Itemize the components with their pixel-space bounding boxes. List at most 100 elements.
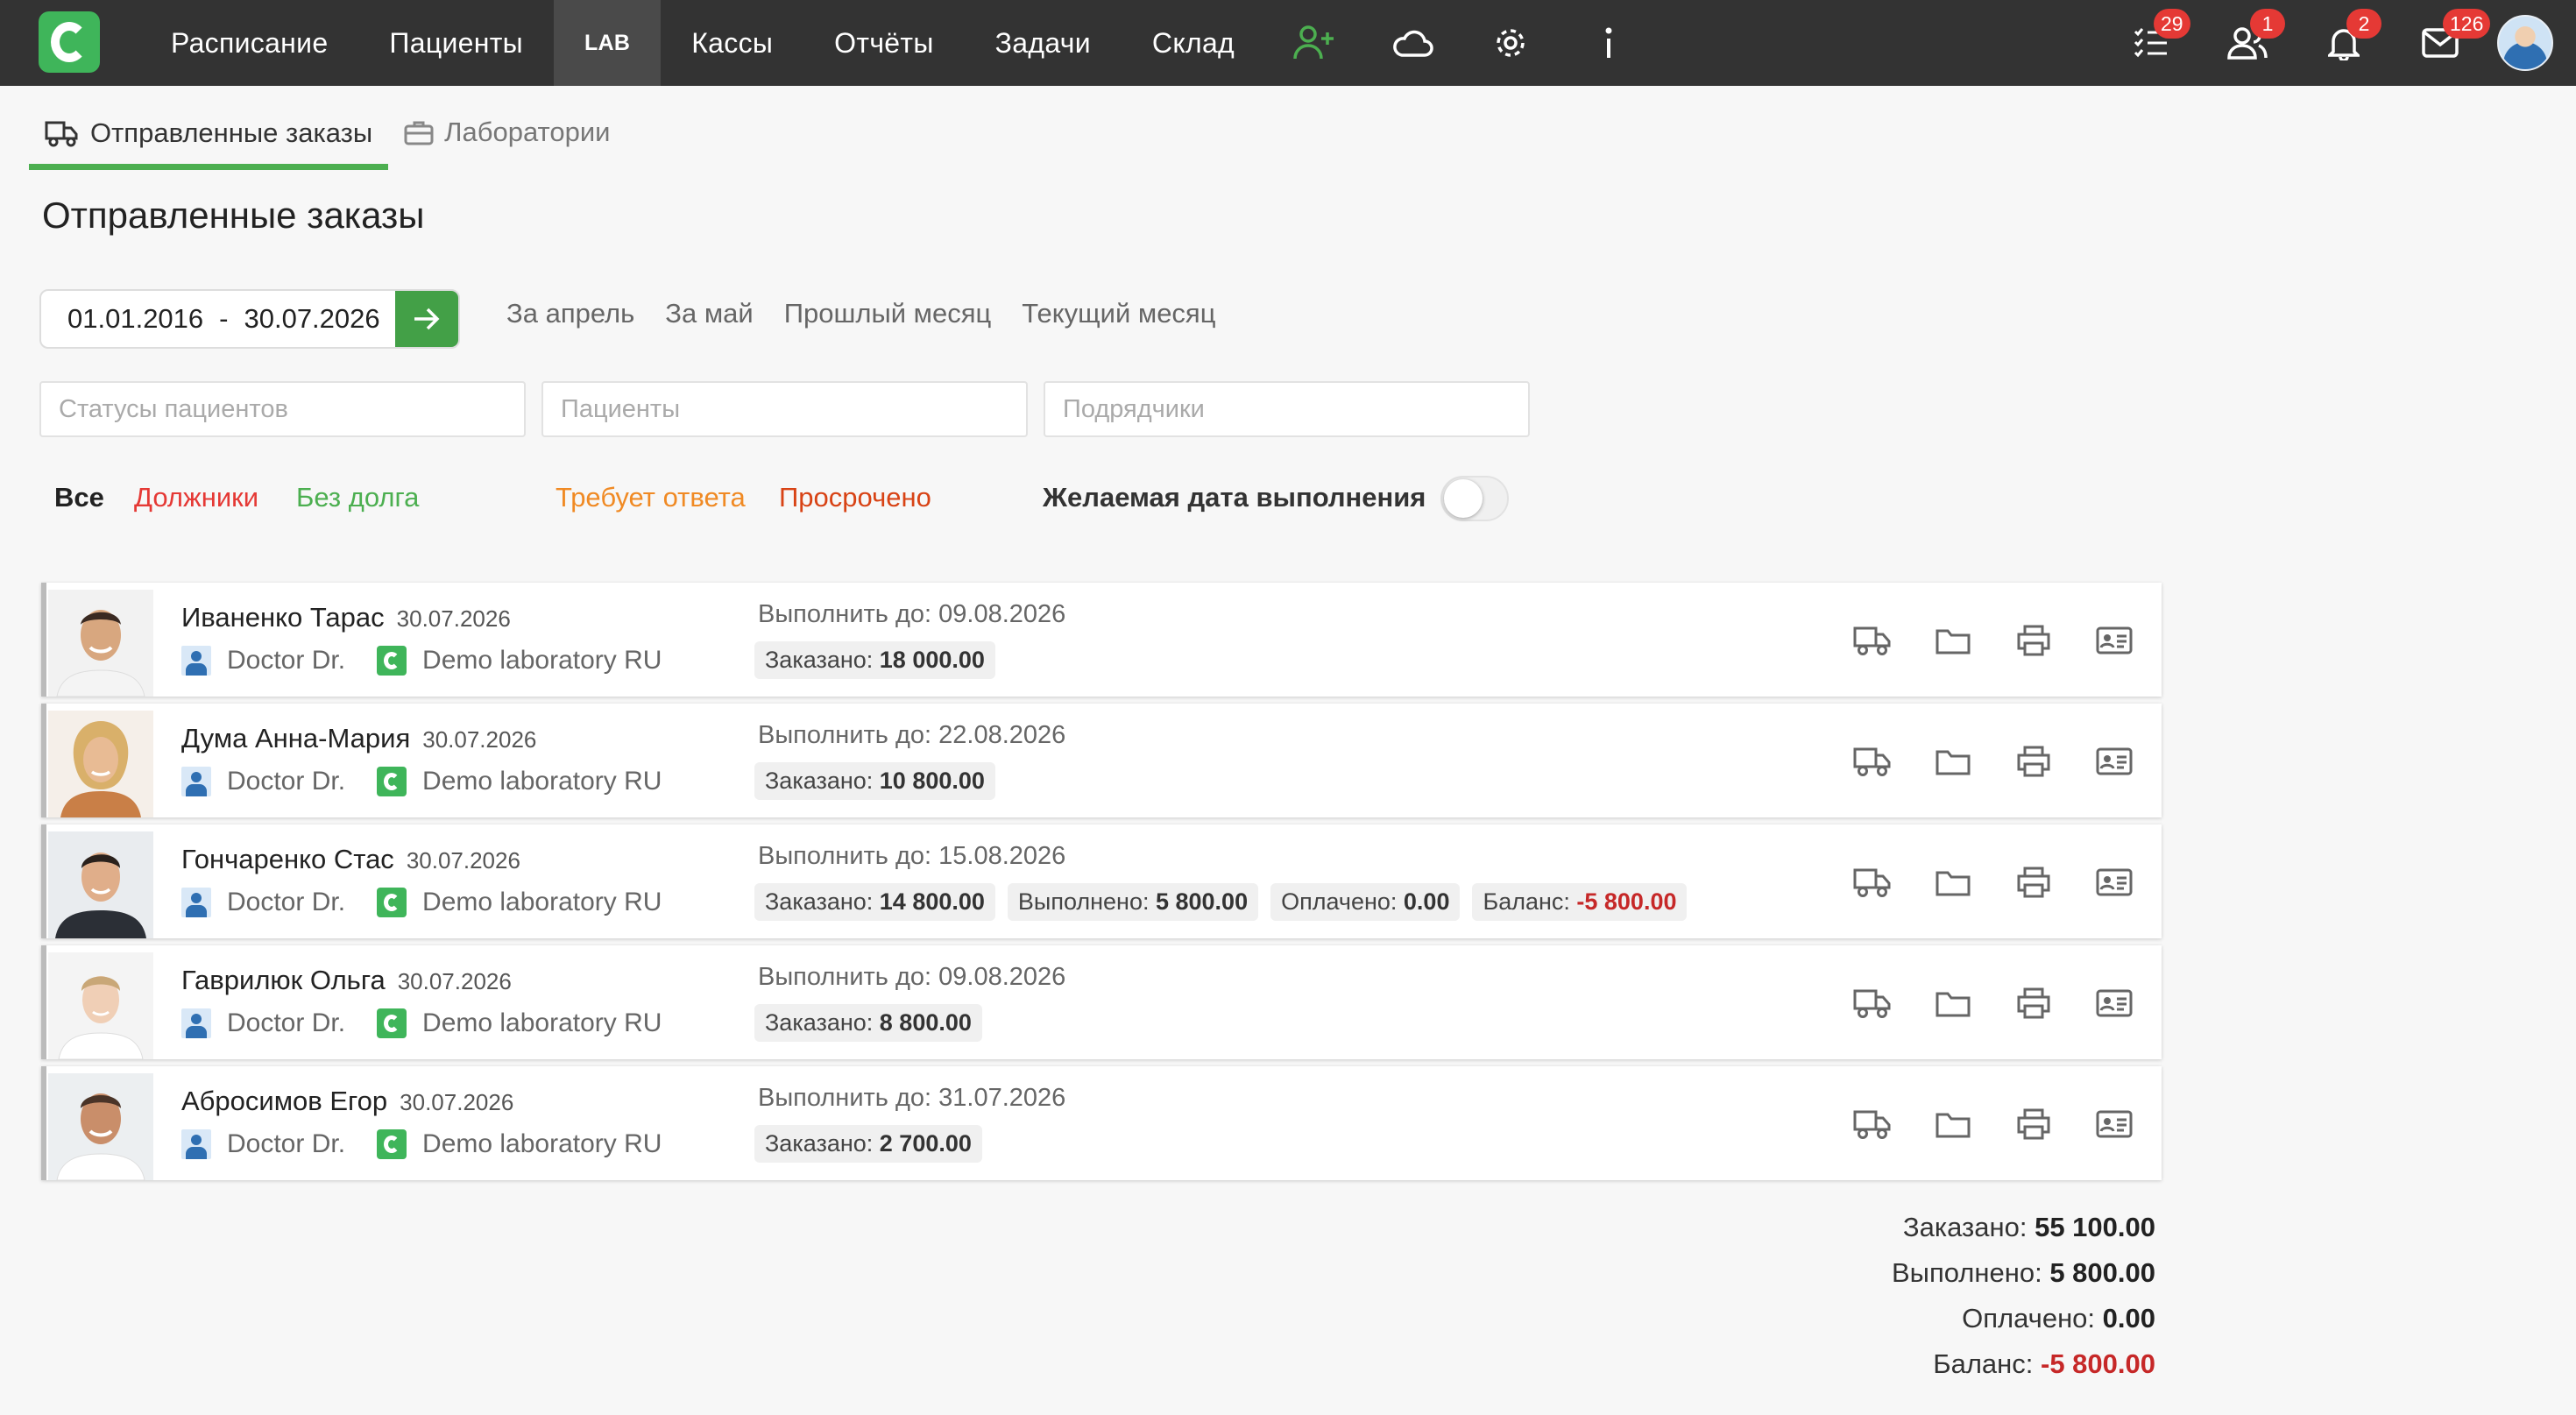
folder-icon[interactable] — [1930, 1103, 1976, 1145]
nav-right: 29 1 2 126 — [2103, 0, 2576, 86]
totals-summary: Заказано: 55 100.00 Выполнено: 5 800.00 … — [1892, 1205, 2155, 1387]
printer-icon[interactable] — [2011, 982, 2056, 1024]
lab-name: Demo laboratory RU — [422, 767, 662, 796]
order-amounts: Заказано: 18 000.00 — [754, 641, 995, 679]
order-row[interactable]: Гаврилюк Ольга 30.07.2026 Doctor Dr. Demo… — [41, 945, 2162, 1059]
due-date: Выполнить до: 09.08.2026 — [758, 600, 1066, 628]
filter-overdue[interactable]: Просрочено — [779, 482, 931, 513]
id-card-icon[interactable] — [2091, 982, 2137, 1024]
ordered-pill: Заказано: 14 800.00 — [754, 883, 995, 921]
total-balance: Баланс: -5 800.00 — [1933, 1348, 2155, 1379]
truck-icon[interactable] — [1850, 619, 1895, 662]
printer-icon[interactable] — [2011, 619, 2056, 662]
desired-date-toggle[interactable] — [1440, 476, 1509, 521]
order-row[interactable]: Дума Анна-Мария 30.07.2026 Doctor Dr. Dem… — [41, 704, 2162, 817]
patient-name-row: Абросимов Егор 30.07.2026 — [181, 1086, 513, 1117]
patient-name[interactable]: Гончаренко Стас — [181, 844, 394, 874]
row-actions — [1850, 861, 2137, 903]
patient-photo — [48, 831, 153, 938]
patient-name[interactable]: Дума Анна-Мария — [181, 723, 410, 753]
filter-no-debt[interactable]: Без долга — [296, 482, 419, 513]
date-separator: - — [219, 303, 229, 334]
filter-debtors[interactable]: Должники — [134, 482, 258, 513]
contractors-filter[interactable] — [1044, 381, 1530, 437]
nav-item-reports[interactable]: Отчёты — [803, 0, 964, 86]
cloud-icon[interactable] — [1363, 0, 1461, 86]
truck-icon[interactable] — [1850, 861, 1895, 903]
nav-item-lab[interactable]: LAB — [553, 0, 662, 86]
preset-may[interactable]: За май — [665, 298, 753, 329]
checklist-icon[interactable]: 29 — [2103, 0, 2199, 86]
printer-icon[interactable] — [2011, 740, 2056, 782]
lab-name: Demo laboratory RU — [422, 1008, 662, 1037]
preset-last-month[interactable]: Прошлый месяц — [784, 298, 992, 329]
truck-icon[interactable] — [1850, 982, 1895, 1024]
nav-item-tasks[interactable]: Задачи — [965, 0, 1122, 86]
tab-sent-orders[interactable]: Отправленные заказы — [29, 105, 389, 170]
patient-name-row: Иваненко Тарас 30.07.2026 — [181, 602, 511, 633]
row-actions — [1850, 1103, 2137, 1145]
total-done: Выполнено: 5 800.00 — [1891, 1257, 2155, 1288]
folder-icon[interactable] — [1930, 982, 1976, 1024]
doctor-lab-row: Doctor Dr. Demo laboratory RU — [181, 1129, 662, 1159]
mail-icon[interactable]: 126 — [2392, 0, 2491, 86]
date-range-field[interactable]: 01.01.2016 - 30.07.2026 — [41, 291, 395, 347]
tab-laboratories[interactable]: Лаборатории — [388, 105, 626, 159]
nav-item-cash[interactable]: Кассы — [661, 0, 803, 86]
gear-icon[interactable] — [1461, 0, 1560, 86]
date-range-picker[interactable]: 01.01.2016 - 30.07.2026 — [39, 289, 460, 349]
user-avatar[interactable] — [2497, 15, 2553, 71]
nav-item-schedule[interactable]: Расписание — [140, 0, 358, 86]
nav-item-warehouse[interactable]: Склад — [1122, 0, 1265, 86]
due-date: Выполнить до: 15.08.2026 — [758, 842, 1066, 870]
printer-icon[interactable] — [2011, 1103, 2056, 1145]
row-actions — [1850, 619, 2137, 662]
apply-date-button[interactable] — [395, 291, 458, 347]
filter-needs-reply[interactable]: Требует ответа — [556, 482, 746, 513]
folder-icon[interactable] — [1930, 619, 1976, 662]
doctor-name: Doctor Dr. — [227, 1008, 346, 1037]
patients-filter[interactable] — [541, 381, 1028, 437]
doctor-name: Doctor Dr. — [227, 646, 346, 675]
folder-icon[interactable] — [1930, 740, 1976, 782]
nav-item-patients[interactable]: Пациенты — [358, 0, 554, 86]
done-pill: Выполнено: 5 800.00 — [1007, 883, 1259, 921]
paid-pill: Оплачено: 0.00 — [1270, 883, 1461, 921]
order-row[interactable]: Абросимов Егор 30.07.2026 Doctor Dr. Demo… — [41, 1066, 2162, 1180]
patient-name[interactable]: Абросимов Егор — [181, 1086, 387, 1116]
folder-icon[interactable] — [1930, 861, 1976, 903]
order-row[interactable]: Иваненко Тарас 30.07.2026 Doctor Dr. Demo… — [41, 583, 2162, 697]
preset-april[interactable]: За апрель — [506, 298, 634, 329]
printer-icon[interactable] — [2011, 861, 2056, 903]
patient-status-filter[interactable] — [39, 381, 526, 437]
preset-current-month[interactable]: Текущий месяц — [1022, 298, 1215, 329]
id-card-icon[interactable] — [2091, 740, 2137, 782]
app-logo[interactable] — [39, 11, 100, 73]
id-card-icon[interactable] — [2091, 1103, 2137, 1145]
add-user-icon[interactable] — [1265, 0, 1363, 86]
filter-all[interactable]: Все — [54, 482, 104, 513]
patient-photo — [48, 590, 153, 697]
ordered-pill: Заказано: 18 000.00 — [754, 641, 995, 679]
main-nav: Расписание Пациенты LAB Кассы Отчёты Зад… — [140, 0, 1658, 86]
desired-date-label: Желаемая дата выполнения — [1043, 482, 1426, 513]
id-card-icon[interactable] — [2091, 619, 2137, 662]
lab-logo-icon — [377, 1008, 407, 1038]
doctor-avatar — [181, 767, 211, 796]
id-card-icon[interactable] — [2091, 861, 2137, 903]
order-row[interactable]: Гончаренко Стас 30.07.2026 Doctor Dr. Dem… — [41, 824, 2162, 938]
lab-logo-icon — [377, 767, 407, 796]
doctor-avatar — [181, 1008, 211, 1038]
truck-icon[interactable] — [1850, 1103, 1895, 1145]
lab-name: Demo laboratory RU — [422, 646, 662, 675]
bell-icon[interactable]: 2 — [2296, 0, 2392, 86]
patient-name[interactable]: Гаврилюк Ольга — [181, 965, 386, 995]
truck-icon[interactable] — [1850, 740, 1895, 782]
users-icon[interactable]: 1 — [2199, 0, 2296, 86]
doctor-avatar — [181, 888, 211, 917]
tab-laboratories-label: Лаборатории — [444, 117, 611, 147]
patient-name-row: Гаврилюк Ольга 30.07.2026 — [181, 965, 512, 996]
doctor-lab-row: Doctor Dr. Demo laboratory RU — [181, 888, 662, 917]
patient-name[interactable]: Иваненко Тарас — [181, 602, 385, 633]
info-icon[interactable] — [1560, 0, 1658, 86]
